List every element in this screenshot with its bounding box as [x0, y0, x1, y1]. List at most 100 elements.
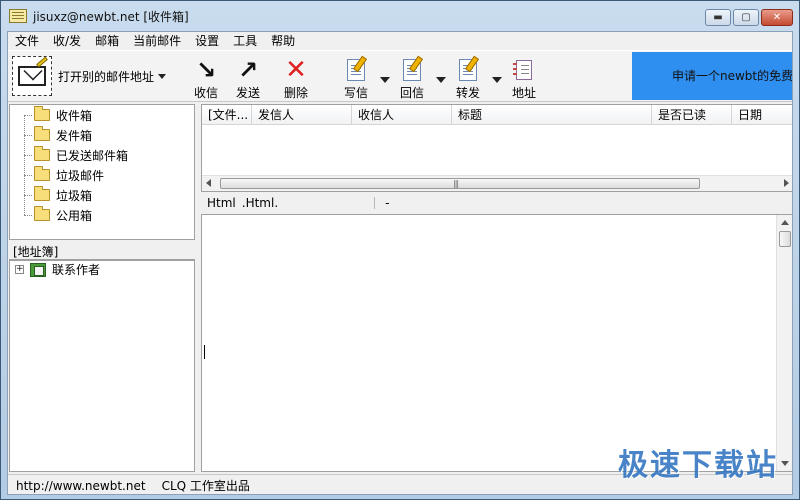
- folder-label: 垃圾邮件: [56, 168, 105, 183]
- compose-label: 写信: [343, 86, 368, 100]
- folder-tree: 收件箱 发件箱 已发送邮件箱 垃圾邮件 垃圾箱 公用箱: [9, 104, 195, 240]
- close-icon: ✕: [772, 12, 782, 23]
- status-url[interactable]: http://www.newbt.net: [8, 479, 154, 493]
- delete-button[interactable]: ✕ 删除: [274, 53, 318, 101]
- scroll-up-icon[interactable]: [781, 220, 789, 225]
- address-book-button[interactable]: 地址: [502, 53, 546, 101]
- column-recipient[interactable]: 收信人: [352, 105, 452, 125]
- contact-group-icon: [30, 263, 46, 277]
- forward-dropdown-icon[interactable]: [492, 77, 502, 83]
- promo-banner-text: 申请一个newbt的免费邮: [672, 69, 793, 83]
- address-book-icon: [511, 57, 537, 83]
- preview-format-file[interactable]: .Html.: [242, 194, 284, 212]
- message-preview[interactable]: [201, 214, 792, 472]
- folder-label: 发件箱: [56, 128, 93, 143]
- forward-icon: [455, 57, 481, 83]
- vertical-scrollbar[interactable]: [776, 215, 792, 471]
- menu-mailbox[interactable]: 邮箱: [88, 32, 126, 50]
- preview-info-bar: Html .Html. -: [201, 194, 792, 212]
- folder-label: 垃圾箱: [56, 188, 93, 203]
- folder-icon: [34, 146, 50, 161]
- column-date[interactable]: 日期: [732, 105, 792, 125]
- send-button[interactable]: ↗ 发送: [226, 53, 270, 101]
- window-controls: ▬ ▢ ✕: [705, 9, 793, 26]
- forward-label: 转发: [455, 86, 480, 100]
- send-arrow-icon: ↗: [237, 56, 259, 84]
- folder-icon: [34, 186, 50, 201]
- compose-icon: [343, 57, 369, 83]
- folder-icon: [34, 106, 50, 121]
- receive-label: 收信: [193, 86, 218, 100]
- text-cursor: [204, 345, 205, 359]
- chevron-down-icon: [158, 73, 167, 79]
- status-credit: CLQ 工作室出品: [161, 479, 250, 493]
- folder-icon: [34, 206, 50, 221]
- menu-file[interactable]: 文件: [8, 32, 46, 50]
- menu-tools[interactable]: 工具: [226, 32, 264, 50]
- app-window: jisuxz@newbt.net [收件箱] ▬ ▢ ✕ 文件 收/发 邮箱 当…: [0, 0, 800, 500]
- forward-button[interactable]: 转发: [446, 53, 490, 101]
- folder-trash[interactable]: 垃圾箱: [24, 185, 93, 205]
- menu-settings[interactable]: 设置: [188, 32, 226, 50]
- maximize-button[interactable]: ▢: [733, 9, 759, 26]
- message-list-header: [文件... 发信人 收信人 标题 是否已读 日期: [202, 105, 792, 125]
- minimize-button[interactable]: ▬: [705, 9, 731, 26]
- folder-icon: [34, 126, 50, 141]
- folder-sent[interactable]: 已发送邮件箱: [24, 145, 129, 165]
- menu-send-receive[interactable]: 收/发: [46, 32, 88, 50]
- scroll-down-icon[interactable]: [781, 461, 789, 466]
- menu-current-mail[interactable]: 当前邮件: [126, 32, 188, 50]
- expand-icon[interactable]: +: [15, 265, 24, 274]
- divider: [374, 197, 376, 209]
- send-label: 发送: [235, 86, 260, 100]
- open-other-address-label: 打开别的邮件地址: [58, 69, 155, 84]
- address-book-header: [地址簿]: [9, 244, 195, 260]
- title-bar[interactable]: jisuxz@newbt.net [收件箱] ▬ ▢ ✕: [1, 1, 799, 31]
- open-other-address-button[interactable]: 打开别的邮件地址: [12, 53, 182, 99]
- address-book-label: 地址: [511, 86, 536, 100]
- menu-bar: 文件 收/发 邮箱 当前邮件 设置 工具 帮助: [8, 32, 792, 50]
- receive-button[interactable]: ↘ 收信: [184, 53, 228, 101]
- watermark-logo: 极速下载站: [618, 448, 778, 483]
- preview-info: -: [385, 196, 390, 210]
- scroll-right-icon[interactable]: [784, 179, 789, 187]
- menu-help[interactable]: 帮助: [264, 32, 302, 50]
- pencil-icon: [36, 56, 48, 68]
- folder-label: 收件箱: [56, 108, 93, 123]
- column-read-status[interactable]: 是否已读: [652, 105, 732, 125]
- delete-x-icon: ✕: [285, 55, 307, 85]
- folder-outbox[interactable]: 发件箱: [24, 125, 93, 145]
- toolbar: 打开别的邮件地址 ↘ 收信 ↗ 发送 ✕ 删除 写信 回信 转发 地址 申请一个…: [8, 50, 793, 102]
- column-subject[interactable]: 标题: [452, 105, 652, 125]
- promo-banner[interactable]: 申请一个newbt的免费邮: [632, 52, 793, 100]
- contact-group-label[interactable]: 联系作者: [52, 262, 100, 278]
- column-file[interactable]: [文件...: [202, 105, 252, 125]
- receive-arrow-icon: ↘: [195, 56, 217, 84]
- grip-icon: |||: [453, 179, 459, 188]
- close-button[interactable]: ✕: [761, 9, 793, 26]
- folder-label: 已发送邮件箱: [56, 148, 129, 163]
- address-book-tree: + 联系作者: [9, 260, 195, 472]
- column-sender[interactable]: 发信人: [252, 105, 352, 125]
- envelope-icon: [18, 56, 48, 86]
- folder-icon: [34, 166, 50, 181]
- mail-app-icon: [9, 9, 27, 23]
- compose-button[interactable]: 写信: [334, 53, 378, 101]
- reply-button[interactable]: 回信: [390, 53, 434, 101]
- preview-format-label[interactable]: Html: [201, 194, 242, 212]
- scroll-left-icon[interactable]: [206, 179, 211, 187]
- folder-spam[interactable]: 垃圾邮件: [24, 165, 105, 185]
- horizontal-scrollbar[interactable]: |||: [202, 175, 792, 191]
- envelope-frame: [12, 56, 52, 96]
- scrollbar-thumb[interactable]: [779, 231, 791, 247]
- folder-public[interactable]: 公用箱: [24, 205, 92, 225]
- client-area: 文件 收/发 邮箱 当前邮件 设置 工具 帮助 打开别的邮件地址 ↘ 收信 ↗ …: [7, 31, 793, 495]
- folder-inbox[interactable]: 收件箱: [24, 105, 93, 125]
- window-title: jisuxz@newbt.net [收件箱]: [33, 9, 189, 24]
- maximize-icon: ▢: [741, 12, 751, 23]
- compose-dropdown-icon[interactable]: [380, 77, 390, 83]
- reply-dropdown-icon[interactable]: [436, 77, 446, 83]
- minimize-icon: ▬: [713, 12, 723, 23]
- scrollbar-thumb[interactable]: |||: [220, 178, 700, 189]
- message-list: [文件... 发信人 收信人 标题 是否已读 日期 |||: [201, 104, 792, 192]
